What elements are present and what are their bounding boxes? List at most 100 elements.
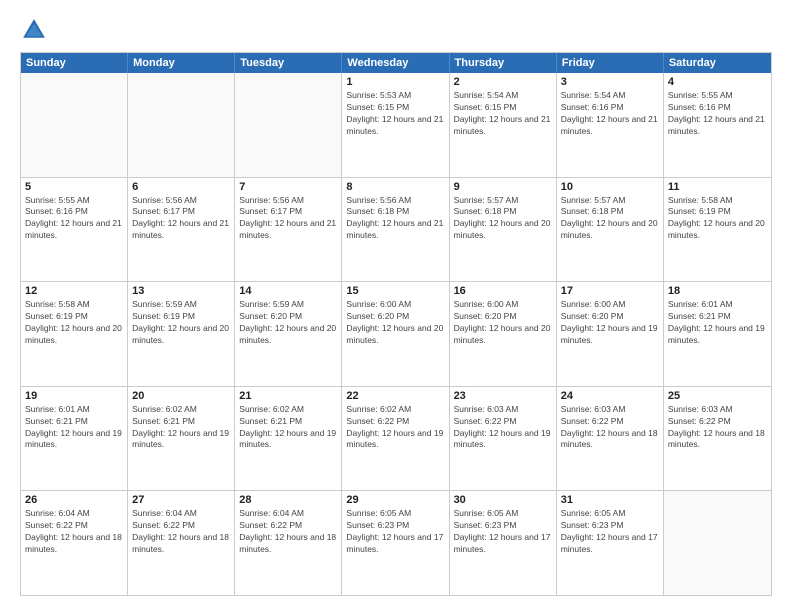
calendar-cell [21,73,128,177]
calendar-row: 12 Sunrise: 5:58 AMSunset: 6:19 PMDayligh… [21,281,771,386]
weekday-header: Sunday [21,53,128,73]
calendar-cell: 18 Sunrise: 6:01 AMSunset: 6:21 PMDayligh… [664,282,771,386]
calendar-cell: 12 Sunrise: 5:58 AMSunset: 6:19 PMDayligh… [21,282,128,386]
calendar-cell: 17 Sunrise: 6:00 AMSunset: 6:20 PMDayligh… [557,282,664,386]
calendar-cell: 26 Sunrise: 6:04 AMSunset: 6:22 PMDayligh… [21,491,128,595]
day-number: 28 [239,494,337,506]
day-number: 11 [668,181,767,193]
cell-info: Sunrise: 5:57 AMSunset: 6:18 PMDaylight:… [561,195,659,243]
cell-info: Sunrise: 6:05 AMSunset: 6:23 PMDaylight:… [346,508,444,556]
cell-info: Sunrise: 6:02 AMSunset: 6:21 PMDaylight:… [239,404,337,452]
cell-info: Sunrise: 6:02 AMSunset: 6:22 PMDaylight:… [346,404,444,452]
calendar-cell: 31Sunrise: 6:05 AMSunset: 6:23 PMDayligh… [557,491,664,595]
calendar-cell: 22 Sunrise: 6:02 AMSunset: 6:22 PMDayligh… [342,387,449,491]
calendar-cell: 28 Sunrise: 6:04 AMSunset: 6:22 PMDayligh… [235,491,342,595]
page: SundayMondayTuesdayWednesdayThursdayFrid… [0,0,792,612]
weekday-header: Friday [557,53,664,73]
calendar-row: 26 Sunrise: 6:04 AMSunset: 6:22 PMDayligh… [21,490,771,595]
day-number: 3 [561,76,659,88]
cell-info: Sunrise: 5:58 AMSunset: 6:19 PMDaylight:… [668,195,767,243]
day-number: 27 [132,494,230,506]
calendar-cell: 1 Sunrise: 5:53 AMSunset: 6:15 PMDaylight… [342,73,449,177]
cell-info: Sunrise: 5:55 AMSunset: 6:16 PMDaylight:… [668,90,767,138]
day-number: 19 [25,390,123,402]
cell-info: Sunrise: 5:57 AMSunset: 6:18 PMDaylight:… [454,195,552,243]
cell-info: Sunrise: 6:01 AMSunset: 6:21 PMDaylight:… [668,299,767,347]
calendar-cell: 13 Sunrise: 5:59 AMSunset: 6:19 PMDayligh… [128,282,235,386]
day-number: 22 [346,390,444,402]
day-number: 15 [346,285,444,297]
calendar-cell: 30 Sunrise: 6:05 AMSunset: 6:23 PMDayligh… [450,491,557,595]
day-number: 24 [561,390,659,402]
day-number: 5 [25,181,123,193]
calendar-cell: 20Sunrise: 6:02 AMSunset: 6:21 PMDayligh… [128,387,235,491]
day-number: 12 [25,285,123,297]
day-number: 13 [132,285,230,297]
day-number: 21 [239,390,337,402]
calendar-cell: 7 Sunrise: 5:56 AMSunset: 6:17 PMDaylight… [235,178,342,282]
cell-info: Sunrise: 5:59 AMSunset: 6:20 PMDaylight:… [239,299,337,347]
day-number: 6 [132,181,230,193]
cell-info: Sunrise: 6:00 AMSunset: 6:20 PMDaylight:… [346,299,444,347]
cell-info: Sunrise: 5:56 AMSunset: 6:18 PMDaylight:… [346,195,444,243]
cell-info: Sunrise: 6:04 AMSunset: 6:22 PMDaylight:… [132,508,230,556]
day-number: 14 [239,285,337,297]
day-number: 2 [454,76,552,88]
cell-info: Sunrise: 5:56 AMSunset: 6:17 PMDaylight:… [239,195,337,243]
calendar-cell: 16Sunrise: 6:00 AMSunset: 6:20 PMDayligh… [450,282,557,386]
calendar-body: 1 Sunrise: 5:53 AMSunset: 6:15 PMDaylight… [21,73,771,595]
calendar-row: 1 Sunrise: 5:53 AMSunset: 6:15 PMDaylight… [21,73,771,177]
calendar: SundayMondayTuesdayWednesdayThursdayFrid… [20,52,772,596]
day-number: 1 [346,76,444,88]
calendar-cell: 15 Sunrise: 6:00 AMSunset: 6:20 PMDayligh… [342,282,449,386]
cell-info: Sunrise: 6:00 AMSunset: 6:20 PMDaylight:… [561,299,659,347]
weekday-header: Saturday [664,53,771,73]
calendar-header: SundayMondayTuesdayWednesdayThursdayFrid… [21,53,771,73]
day-number: 26 [25,494,123,506]
cell-info: Sunrise: 6:03 AMSunset: 6:22 PMDaylight:… [561,404,659,452]
calendar-cell [128,73,235,177]
calendar-cell: 27 Sunrise: 6:04 AMSunset: 6:22 PMDayligh… [128,491,235,595]
calendar-cell: 11 Sunrise: 5:58 AMSunset: 6:19 PMDayligh… [664,178,771,282]
day-number: 8 [346,181,444,193]
weekday-header: Thursday [450,53,557,73]
day-number: 16 [454,285,552,297]
calendar-cell [664,491,771,595]
day-number: 29 [346,494,444,506]
calendar-cell: 2 Sunrise: 5:54 AMSunset: 6:15 PMDaylight… [450,73,557,177]
day-number: 18 [668,285,767,297]
day-number: 10 [561,181,659,193]
cell-info: Sunrise: 5:58 AMSunset: 6:19 PMDaylight:… [25,299,123,347]
cell-info: Sunrise: 6:04 AMSunset: 6:22 PMDaylight:… [239,508,337,556]
calendar-cell: 8 Sunrise: 5:56 AMSunset: 6:18 PMDaylight… [342,178,449,282]
cell-info: Sunrise: 6:05 AMSunset: 6:23 PMDaylight:… [561,508,659,556]
cell-info: Sunrise: 5:59 AMSunset: 6:19 PMDaylight:… [132,299,230,347]
day-number: 9 [454,181,552,193]
cell-info: Sunrise: 5:54 AMSunset: 6:16 PMDaylight:… [561,90,659,138]
calendar-cell: 14 Sunrise: 5:59 AMSunset: 6:20 PMDayligh… [235,282,342,386]
calendar-cell: 21 Sunrise: 6:02 AMSunset: 6:21 PMDayligh… [235,387,342,491]
day-number: 7 [239,181,337,193]
calendar-cell: 9 Sunrise: 5:57 AMSunset: 6:18 PMDaylight… [450,178,557,282]
cell-info: Sunrise: 5:53 AMSunset: 6:15 PMDaylight:… [346,90,444,138]
cell-info: Sunrise: 6:05 AMSunset: 6:23 PMDaylight:… [454,508,552,556]
cell-info: Sunrise: 6:04 AMSunset: 6:22 PMDaylight:… [25,508,123,556]
calendar-cell: 5Sunrise: 5:55 AMSunset: 6:16 PMDaylight… [21,178,128,282]
calendar-cell: 25Sunrise: 6:03 AMSunset: 6:22 PMDayligh… [664,387,771,491]
day-number: 17 [561,285,659,297]
cell-info: Sunrise: 5:54 AMSunset: 6:15 PMDaylight:… [454,90,552,138]
calendar-row: 19Sunrise: 6:01 AMSunset: 6:21 PMDayligh… [21,386,771,491]
calendar-cell: 23Sunrise: 6:03 AMSunset: 6:22 PMDayligh… [450,387,557,491]
day-number: 4 [668,76,767,88]
calendar-cell: 24 Sunrise: 6:03 AMSunset: 6:22 PMDayligh… [557,387,664,491]
weekday-header: Tuesday [235,53,342,73]
calendar-cell: 10 Sunrise: 5:57 AMSunset: 6:18 PMDayligh… [557,178,664,282]
cell-info: Sunrise: 6:03 AMSunset: 6:22 PMDaylight:… [454,404,552,452]
day-number: 30 [454,494,552,506]
cell-info: Sunrise: 6:03 AMSunset: 6:22 PMDaylight:… [668,404,767,452]
header [20,16,772,44]
day-number: 20 [132,390,230,402]
weekday-header: Monday [128,53,235,73]
calendar-cell: 29 Sunrise: 6:05 AMSunset: 6:23 PMDayligh… [342,491,449,595]
calendar-cell: 6Sunrise: 5:56 AMSunset: 6:17 PMDaylight… [128,178,235,282]
